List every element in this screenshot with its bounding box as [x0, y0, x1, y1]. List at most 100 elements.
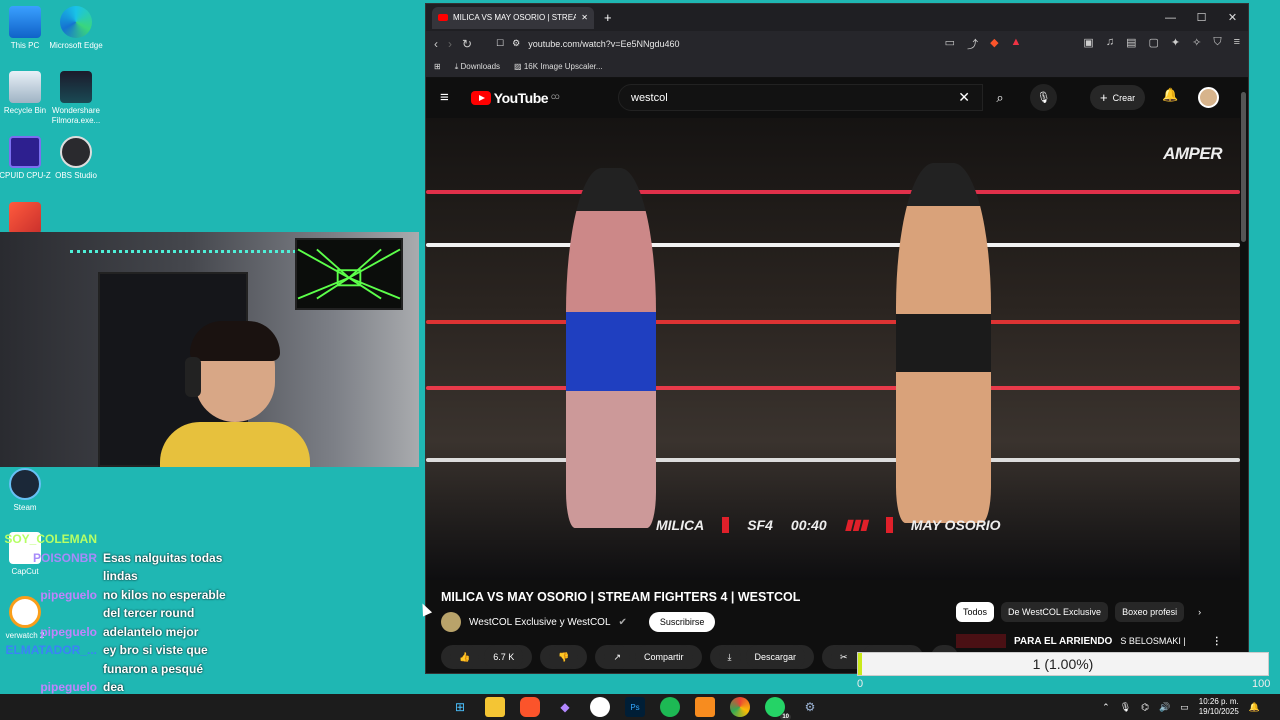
- reload-icon[interactable]: ↻: [462, 37, 472, 51]
- settings-gear-icon[interactable]: ⚙: [800, 697, 820, 717]
- share-icon[interactable]: ⤴: [967, 36, 978, 52]
- amper-watermark: AMPER: [1163, 144, 1222, 163]
- start-windows-icon[interactable]: ⊞: [450, 697, 470, 717]
- extensions-icon[interactable]: ✦: [1171, 36, 1180, 52]
- bookmark-downloads[interactable]: ⤓ Downloads: [455, 62, 500, 72]
- url-field[interactable]: ☐ ⚙ youtube.com/watch?v=Ee5NNgdu460: [496, 34, 866, 53]
- download-button[interactable]: ⤓ Descargar: [709, 645, 815, 669]
- back-icon[interactable]: ‹: [434, 37, 438, 51]
- clock[interactable]: 10:26 p. m. 19/10/2025: [1199, 697, 1239, 717]
- wallet-icon[interactable]: ▢: [1148, 36, 1158, 52]
- search-icon: ⌕: [996, 89, 1004, 105]
- chat-text: [103, 530, 238, 549]
- bookmark-icon[interactable]: ☐: [496, 38, 504, 49]
- new-tab-button[interactable]: +: [604, 10, 612, 25]
- maximize-button[interactable]: ☐: [1186, 4, 1217, 31]
- microphone-icon: 🎙: [1036, 92, 1051, 104]
- media-player-icon[interactable]: [695, 697, 715, 717]
- desktop-icon-steam[interactable]: Steam: [0, 468, 57, 513]
- led-lights: [70, 250, 320, 256]
- progress-min: 0: [857, 678, 864, 690]
- forward-icon[interactable]: ›: [448, 37, 452, 51]
- close-window-button[interactable]: ✕: [1217, 4, 1248, 31]
- youtube-logo[interactable]: YouTube CO: [470, 90, 560, 106]
- chip-westcol-exclusive[interactable]: De WestCOL Exclusive: [1001, 602, 1109, 622]
- ring-rope: [426, 458, 1240, 462]
- chat-text: no kilos no esperable del tercer round: [103, 587, 226, 621]
- hamburger-menu-icon[interactable]: ≡: [440, 89, 449, 106]
- chat-message: SOY_COLEMAN: [0, 530, 240, 549]
- tv-game-graphic: [297, 240, 401, 308]
- chat-message: pipeguelo no kilos no esperable del terce…: [0, 586, 240, 623]
- vpn-icon[interactable]: ⛉: [1213, 36, 1221, 52]
- chip-all[interactable]: Todos: [956, 602, 995, 622]
- menu-icon[interactable]: ≡: [1234, 36, 1240, 52]
- chat-message: ELMATADOR_... ey bro si viste que funaron…: [0, 641, 240, 678]
- spotify-icon[interactable]: [660, 697, 680, 717]
- site-info-icon[interactable]: ⚙: [512, 38, 520, 49]
- share-arrow-icon: ↗: [604, 645, 630, 669]
- youtube-header: ≡ YouTube CO westcol ✕ ⌕ 🎙 + Crear 🔔: [426, 78, 1248, 117]
- chrome-icon[interactable]: [730, 697, 750, 717]
- system-tray: ⌃ 🎙 ⌬ 🔊 ▭ 10:26 p. m. 19/10/2025 🔔: [1102, 694, 1260, 720]
- sidebar-icon[interactable]: ▤: [1126, 36, 1136, 52]
- page-scrollbar[interactable]: [1241, 92, 1246, 242]
- file-explorer-icon[interactable]: [485, 697, 505, 717]
- channel-avatar[interactable]: [441, 612, 461, 632]
- apps-grid-icon[interactable]: ⊞: [434, 62, 441, 71]
- brave-shield-icon[interactable]: ◆: [990, 36, 998, 52]
- create-label: Crear: [1112, 92, 1136, 103]
- channel-name[interactable]: WestCOL Exclusive y WestCOL: [469, 617, 611, 628]
- browser-tab[interactable]: MILICA VS MAY OSORIO | STREA ✕: [432, 6, 594, 29]
- thumbs-down-icon: 👎: [549, 645, 579, 669]
- chevron-right-icon[interactable]: ›: [1191, 602, 1208, 622]
- reader-icon[interactable]: ▣: [1083, 36, 1093, 52]
- brave-icon[interactable]: [520, 697, 540, 717]
- taskbar-apps: ⊞ ◆ Ps 10 ⚙: [450, 694, 820, 720]
- tray-expand-icon[interactable]: ⌃: [1102, 702, 1110, 713]
- region-code: CO: [551, 94, 560, 101]
- clear-search-icon[interactable]: ✕: [958, 89, 970, 106]
- desktop-icon-obs[interactable]: OBS Studio: [44, 136, 108, 181]
- search-input[interactable]: westcol ✕: [618, 84, 983, 111]
- chip-boxeo[interactable]: Boxeo profesi: [1115, 602, 1185, 622]
- edge-icon: [60, 6, 92, 38]
- brave-rewards-icon[interactable]: ▲: [1011, 36, 1022, 52]
- minimize-button[interactable]: —: [1155, 4, 1186, 31]
- more-vert-icon[interactable]: ⋮: [1212, 636, 1222, 647]
- create-button[interactable]: + Crear: [1090, 85, 1146, 110]
- progress-label: 1 (1.00%): [1032, 656, 1094, 672]
- notification-bell-icon[interactable]: 🔔: [1249, 702, 1260, 713]
- photoshop-icon[interactable]: Ps: [625, 697, 645, 717]
- volume-icon[interactable]: 🔊: [1159, 702, 1170, 713]
- desktop-icon-filmora[interactable]: Wondershare Filmora.exe...: [44, 71, 108, 126]
- close-tab-icon[interactable]: ✕: [581, 13, 588, 22]
- battery-icon[interactable]: ▭: [1180, 702, 1189, 713]
- ring-rope: [426, 320, 1240, 324]
- subscribe-button[interactable]: Suscribirse: [648, 612, 716, 632]
- notifications-bell-icon[interactable]: 🔔: [1162, 87, 1178, 103]
- network-icon[interactable]: ⌬: [1141, 702, 1149, 713]
- desktop-icon-edge[interactable]: Microsoft Edge: [44, 6, 108, 51]
- search-button[interactable]: ⌕: [986, 84, 1014, 111]
- music-icon[interactable]: ♫: [1106, 36, 1114, 52]
- dislike-button[interactable]: 👎: [540, 645, 588, 669]
- bookmark-upscaler[interactable]: ▨ 16K Image Upscaler...: [514, 62, 603, 71]
- stream-chat: SOY_COLEMAN POISONBR Esas nalguitas todas …: [0, 530, 240, 697]
- whatsapp-icon[interactable]: 10: [765, 697, 791, 720]
- mic-tray-icon[interactable]: 🎙: [1120, 702, 1131, 713]
- youtube-favicon: [438, 14, 448, 21]
- share-button[interactable]: ↗ Compartir: [595, 645, 702, 669]
- voice-search-button[interactable]: 🎙: [1030, 84, 1057, 111]
- github-icon[interactable]: [590, 697, 610, 717]
- account-avatar[interactable]: [1198, 87, 1219, 108]
- streamer-hair: [190, 321, 280, 361]
- like-button[interactable]: 👍 6.7 K: [441, 645, 533, 669]
- download-icon: ⤓: [718, 645, 741, 669]
- video-player[interactable]: AMPER MILICA SF4 00:40 ▮▮▮ MAY OSORIO: [426, 118, 1240, 580]
- chat-text: Esas nalguitas todas lindas: [103, 550, 223, 584]
- recommended-video[interactable]: PARA EL ARRIENDO S BELOSMAKI | ⋮: [956, 634, 1222, 648]
- ai-icon[interactable]: ✧: [1192, 36, 1201, 52]
- cast-icon[interactable]: ▭: [945, 36, 955, 52]
- visual-studio-icon[interactable]: ◆: [555, 697, 575, 717]
